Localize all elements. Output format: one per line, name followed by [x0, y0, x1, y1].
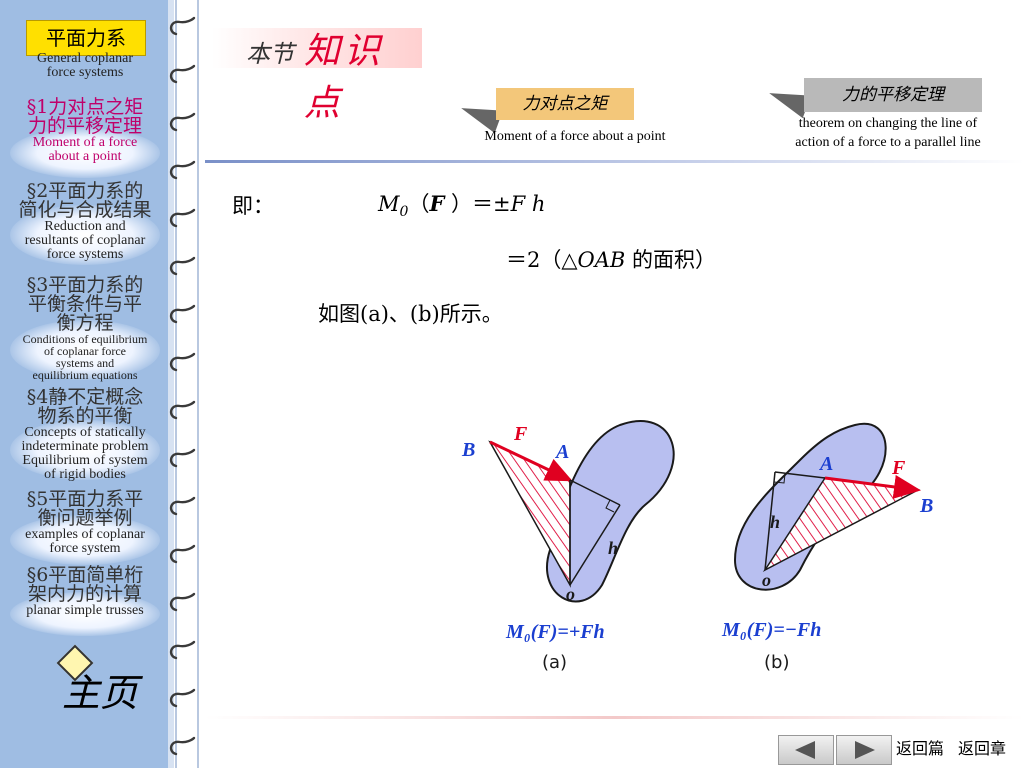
- sidebar-item-en: Concepts of statically: [24, 425, 146, 440]
- sidebar-item-en: force system: [49, 541, 121, 556]
- sidebar-item-en: planar simple trusses: [26, 603, 144, 618]
- spiral-ring: [169, 160, 196, 180]
- spiral-ring: [169, 640, 196, 660]
- sidebar-item-en: Reduction and: [44, 219, 126, 234]
- sidebar-item-examples[interactable]: §5平面力系平 衡问题举例 examples of coplanar force…: [0, 490, 170, 556]
- figure-a-label-o: o: [566, 584, 575, 604]
- spiral-ring: [169, 16, 196, 36]
- tab-label: 力对点之矩: [496, 88, 634, 120]
- figure-a-label-B: B: [461, 439, 475, 461]
- spiral-ring: [169, 400, 196, 420]
- formula-line-2: ＝2（△OAB 的面积）: [506, 244, 716, 274]
- spiral-rings: [169, 16, 196, 756]
- sidebar-item-en: Equilibrium of system: [22, 453, 148, 468]
- spiral-ring: [169, 112, 196, 132]
- spiral-ring: [169, 208, 196, 228]
- back-to-section-button[interactable]: 返回篇: [896, 737, 944, 761]
- sidebar-item-statically[interactable]: §4静不定概念 物系的平衡 Concepts of statically ind…: [0, 388, 170, 482]
- sidebar-item-label: 物系的平衡: [37, 405, 133, 427]
- sidebar-item-label: 衡方程: [56, 312, 114, 334]
- sidebar-item-label: 简化与合成结果: [18, 199, 152, 221]
- formula-open: （: [408, 192, 430, 216]
- sidebar-intro-en-2: force systems: [46, 65, 124, 80]
- back-to-chapter-button[interactable]: 返回章: [958, 737, 1006, 761]
- formula-area: 的面积）: [625, 248, 717, 272]
- tab-label: 力的平移定理: [804, 78, 982, 112]
- spiral-ring: [169, 736, 196, 756]
- figure-b-label-A: A: [818, 453, 833, 475]
- formula-F: F: [510, 192, 526, 216]
- figure-a-label-A: A: [554, 441, 569, 463]
- spiral-ring: [169, 64, 196, 84]
- tab-en-label: action of a force to a parallel line: [795, 135, 981, 150]
- figure-a-caption: (a): [542, 652, 567, 673]
- figure-a-label-h: h: [608, 538, 618, 558]
- sidebar-item-label: 架内力的计算: [27, 583, 142, 605]
- sidebar-item-en: equilibrium equations: [32, 368, 138, 382]
- figure-b: A F B h o M₀(F)=−Fh (b): [721, 422, 933, 673]
- figure-b-label-B: B: [919, 495, 933, 517]
- sidebar-intro[interactable]: General coplanar force systems: [0, 52, 170, 80]
- sidebar-item-en: about a point: [48, 149, 122, 164]
- spiral-ring: [169, 448, 196, 468]
- figure-a-formula: M₀(F)=+Fh: [505, 621, 605, 643]
- header-divider: [205, 160, 1024, 163]
- content-prefix: 即：: [232, 194, 274, 218]
- tab-translation-theorem[interactable]: 力的平移定理 theorem on changing the line of a…: [765, 76, 1008, 156]
- formula-rest: ）＝±: [444, 192, 511, 216]
- logo-text-2: 知识点: [304, 31, 385, 124]
- sidebar-item-reduction[interactable]: §2平面力系的 简化与合成结果 Reduction and resultants…: [0, 182, 170, 262]
- sidebar-intro-en-1: General coplanar: [37, 51, 133, 66]
- figure-b-caption: (b): [764, 652, 789, 673]
- prev-arrow-icon: [795, 741, 815, 759]
- spiral-ring: [169, 688, 196, 708]
- spiral-ring: [169, 304, 196, 324]
- sidebar-item-moment[interactable]: §1力对点之矩 力的平移定理 Moment of a force about a…: [0, 98, 170, 164]
- home-button[interactable]: 主页: [54, 644, 150, 716]
- figure-b-label-o: o: [762, 570, 771, 590]
- sidebar-item-en: examples of coplanar: [25, 527, 145, 542]
- sidebar-item-en: resultants of coplanar: [24, 233, 146, 248]
- sidebar: 平面力系 General coplanar force systems §1力对…: [0, 0, 170, 768]
- sidebar-item-trusses[interactable]: §6平面简单桁 架内力的计算 planar simple trusses: [0, 566, 170, 618]
- logo-text-1: 本节: [246, 40, 294, 68]
- next-button[interactable]: [836, 735, 892, 765]
- sidebar-item-en: indeterminate problem: [21, 439, 149, 454]
- figure-a-triangle: [488, 440, 571, 588]
- figure-a-label-F: F: [513, 423, 528, 445]
- next-arrow-icon: [855, 741, 875, 759]
- sidebar-item-en: Moment of a force: [32, 135, 138, 150]
- section-logo: 本节 知识点: [212, 16, 422, 124]
- formula-eq: ＝2（: [506, 248, 562, 272]
- figure-b-label-F: F: [891, 457, 906, 479]
- figure-a: B F A h o M₀(F)=+Fh (a): [461, 420, 675, 673]
- formula-h: h: [525, 192, 546, 216]
- formula-M: M: [378, 192, 400, 216]
- footer-divider: [205, 716, 1024, 719]
- sidebar-item-label: 衡问题举例: [37, 507, 133, 529]
- formula-triangle: △OAB: [561, 248, 626, 272]
- prev-button[interactable]: [778, 735, 834, 765]
- spiral-ring: [169, 592, 196, 612]
- spiral-ring: [169, 256, 196, 276]
- spiral-ring: [169, 544, 196, 564]
- formula-F-bold: F: [429, 191, 445, 216]
- sidebar-item-en: force systems: [46, 247, 124, 262]
- moment-figure: B F A h o M₀(F)=+Fh (a) A F B h o M₀(F)=…: [461, 420, 933, 673]
- tab-en-label: Moment of a force about a point: [484, 129, 666, 144]
- spiral-ring: [169, 496, 196, 516]
- tab-moment[interactable]: 力对点之矩 Moment of a force about a point: [457, 85, 690, 155]
- formula-line-1: M0（F ）＝±F h: [378, 188, 545, 220]
- content-line-3: 如图(a)、(b)所示。: [318, 302, 503, 326]
- figure-b-formula: M₀(F)=−Fh: [721, 619, 821, 641]
- sidebar-item-en: of rigid bodies: [44, 467, 126, 482]
- sidebar-item-label: 力的平移定理: [27, 115, 142, 137]
- sidebar-item-equilibrium[interactable]: §3平面力系的 平衡条件与平 衡方程 Conditions of equilib…: [0, 276, 170, 382]
- figure-b-label-h: h: [770, 512, 780, 532]
- tab-en-label: theorem on changing the line of: [798, 116, 978, 131]
- spiral-ring: [169, 352, 196, 372]
- home-label: 主页: [62, 671, 139, 715]
